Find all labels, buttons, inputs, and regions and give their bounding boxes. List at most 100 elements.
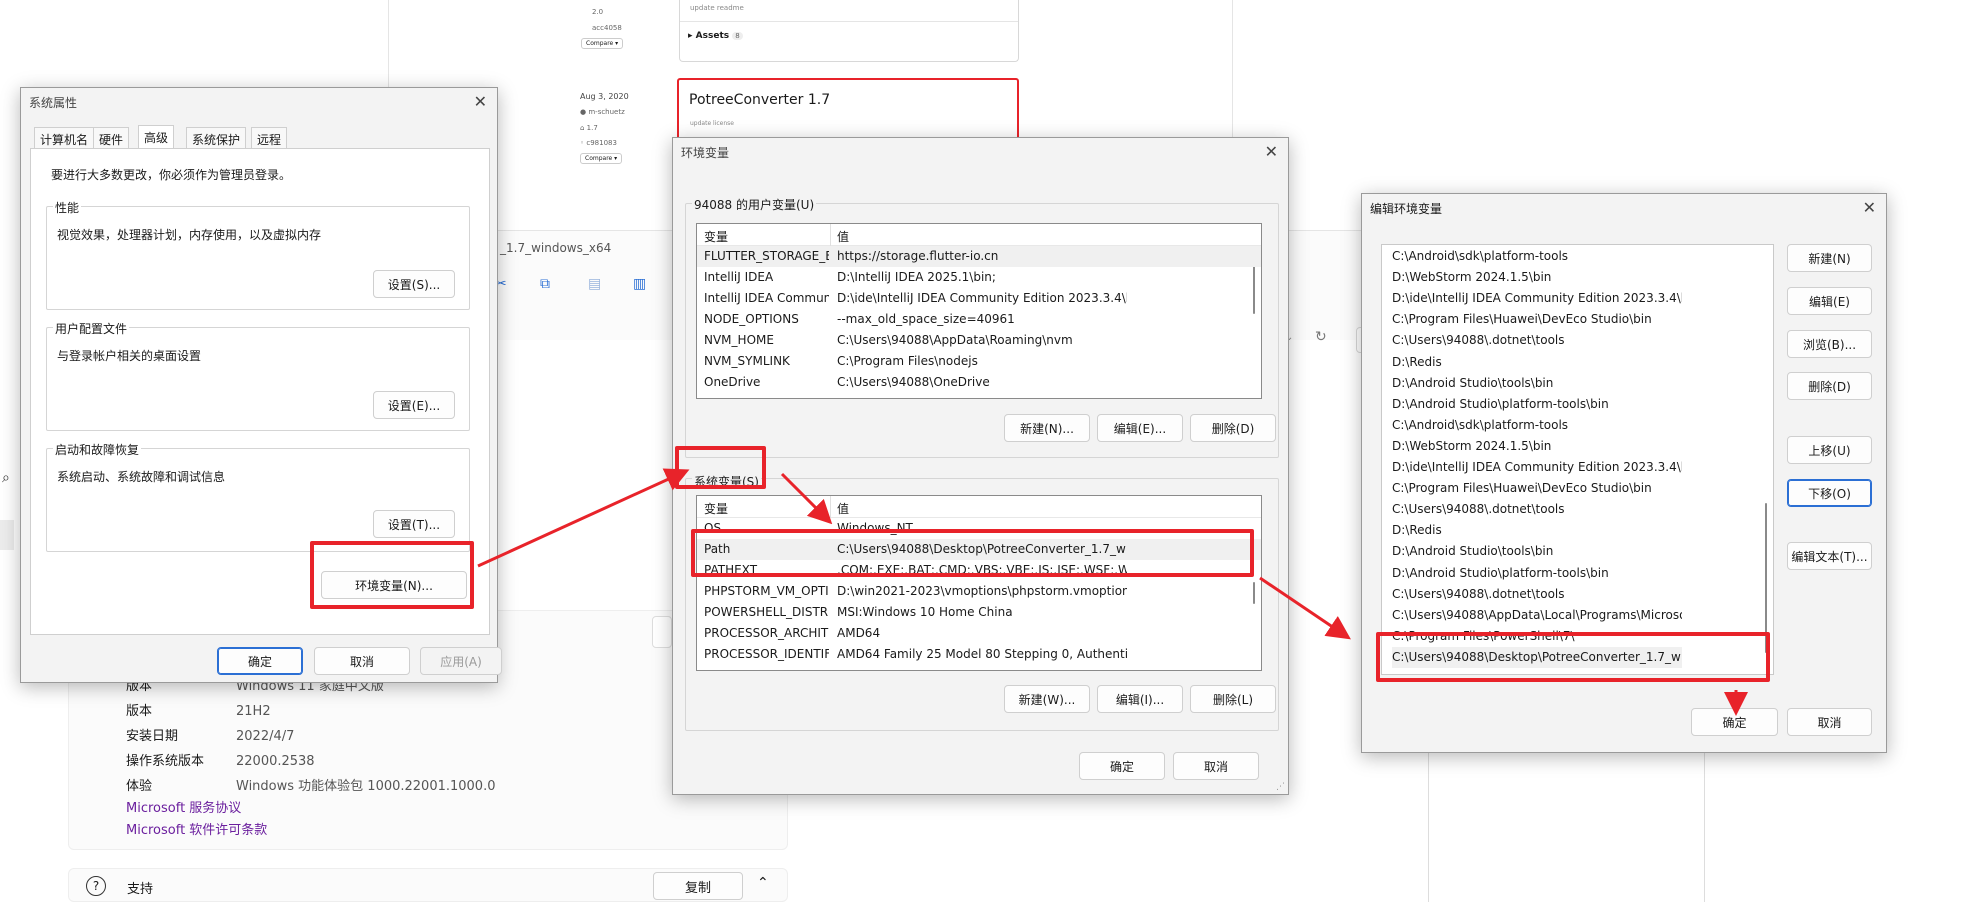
column-header-variable[interactable]: 变量 — [704, 228, 728, 245]
user-delete-button[interactable]: 删除(D) — [1190, 414, 1276, 442]
table-header: 变量 值 — [697, 496, 1261, 518]
tab-computer-name[interactable]: 计算机名 — [34, 127, 95, 149]
cancel-button[interactable]: 取消 — [314, 647, 410, 675]
user-profile-settings-button[interactable]: 设置(E)... — [373, 391, 455, 419]
release-title[interactable]: PotreeConverter 1.7 — [689, 92, 830, 108]
search-icon[interactable]: ⌕ — [2, 470, 10, 486]
performance-settings-button[interactable]: 设置(S)... — [373, 270, 455, 298]
path-row-highlight — [691, 529, 1254, 577]
copy-icon[interactable]: ⧉ — [540, 276, 550, 292]
move-down-button[interactable]: 下移(O) — [1787, 479, 1872, 507]
path-list-item[interactable]: D:\WebStorm 2024.1.5\bin — [1392, 267, 1682, 288]
browse-button[interactable]: 浏览(B)... — [1787, 330, 1872, 358]
table-row[interactable]: NVM_SYMLINK C:\Program Files\nodejs — [697, 351, 1261, 372]
edit-button[interactable]: 编辑(E) — [1787, 287, 1872, 315]
column-header-value[interactable]: 值 — [837, 500, 849, 517]
release-tag: ⌂ 1.7 — [580, 124, 598, 132]
variable-value: https://storage.flutter-io.cn — [837, 249, 999, 263]
path-list-item[interactable]: C:\Users\94088\.dotnet\tools — [1392, 330, 1682, 351]
scrollbar[interactable] — [1765, 503, 1767, 653]
startup-recovery-title: 启动和故障恢复 — [53, 441, 142, 458]
path-list-item[interactable]: D:\Android Studio\tools\bin — [1392, 541, 1682, 562]
variable-name: NODE_OPTIONS — [704, 312, 799, 326]
user-profile-group: 用户配置文件 与登录帐户相关的桌面设置 设置(E)... — [46, 320, 470, 431]
path-list-item[interactable]: D:\Android Studio\platform-tools\bin — [1392, 563, 1682, 584]
table-row[interactable]: POWERSHELL_DISTRIBUTI... MSI:Windows 10 H… — [697, 602, 1261, 623]
path-list-item[interactable]: C:\Android\sdk\platform-tools — [1392, 415, 1682, 436]
edit-text-button[interactable]: 编辑文本(T)... — [1787, 542, 1872, 570]
ok-button[interactable]: 确定 — [217, 647, 303, 675]
table-row[interactable]: PROCESSOR_IDENTIFIER AMD64 Family 25 Mode… — [697, 644, 1261, 665]
path-list-item[interactable]: D:\Android Studio\tools\bin — [1392, 373, 1682, 394]
tab-hardware[interactable]: 硬件 — [93, 127, 130, 149]
path-list-item[interactable]: D:\Android Studio\platform-tools\bin — [1392, 394, 1682, 415]
copy-button[interactable]: 复制 — [653, 872, 743, 900]
variable-value: C:\Users\94088\AppData\Roaming\nvm — [837, 333, 1073, 347]
resize-grip-icon[interactable]: ⋰ — [1276, 782, 1285, 792]
column-header-value[interactable]: 值 — [837, 228, 849, 245]
table-row[interactable]: FLUTTER_STORAGE_BASE_... https://storage.… — [697, 246, 1261, 267]
settings-links: Microsoft 服务协议 Microsoft 软件许可条款 — [126, 798, 267, 842]
path-list-item[interactable]: C:\Users\94088\AppData\Local\Programs\Mi… — [1392, 605, 1682, 626]
table-row[interactable]: IntelliJ IDEA D:\IntelliJ IDEA 2025.1\bin… — [697, 267, 1261, 288]
compare-button[interactable]: Compare ▾ — [580, 153, 622, 164]
variable-name: OneDrive — [704, 375, 761, 389]
assets-toggle[interactable]: ▸ Assets 8 — [680, 21, 1018, 41]
user-profile-title: 用户配置文件 — [53, 320, 130, 337]
system-new-button[interactable]: 新建(W)... — [1004, 685, 1090, 713]
cancel-button[interactable]: 取消 — [1173, 752, 1259, 780]
path-list-item[interactable]: C:\Program Files\Huawei\DevEco Studio\bi… — [1392, 478, 1682, 499]
table-row[interactable]: NODE_OPTIONS --max_old_space_size=40961 — [697, 309, 1261, 330]
tab-advanced[interactable]: 高级 — [138, 125, 175, 150]
cancel-button[interactable]: 取消 — [1787, 708, 1872, 736]
table-row[interactable]: NVM_HOME C:\Users\94088\AppData\Roaming\n… — [697, 330, 1261, 351]
close-icon[interactable]: ✕ — [474, 92, 487, 111]
table-row[interactable]: PROCESSOR_ARCHITECT... AMD64 — [697, 623, 1261, 644]
tab-system-protection[interactable]: 系统保护 — [186, 127, 247, 149]
assets-count: 8 — [732, 32, 743, 40]
variable-name: PROCESSOR_IDENTIFIER — [704, 647, 829, 661]
path-list-item[interactable]: D:\ide\IntelliJ IDEA Community Edition 2… — [1392, 457, 1682, 478]
table-row[interactable]: PHPSTORM_VM_OPTIONS D:\win2021-2023\vmopt… — [697, 581, 1261, 602]
variable-name: NVM_SYMLINK — [704, 354, 790, 368]
user-edit-button[interactable]: 编辑(E)... — [1097, 414, 1183, 442]
env-button-highlight — [310, 541, 474, 609]
system-edit-button[interactable]: 编辑(I)... — [1097, 685, 1183, 713]
path-list-item[interactable]: D:\WebStorm 2024.1.5\bin — [1392, 436, 1682, 457]
path-list-item[interactable]: C:\Users\94088\.dotnet\tools — [1392, 584, 1682, 605]
table-row[interactable]: OneDrive C:\Users\94088\OneDrive — [697, 372, 1261, 393]
compare-button-top[interactable]: Compare ▾ — [581, 38, 623, 49]
apply-button[interactable]: 应用(A) — [420, 647, 502, 675]
path-list-item[interactable]: C:\Android\sdk\platform-tools — [1392, 246, 1682, 267]
path-list: C:\Android\sdk\platform-tools D:\WebStorm… — [1381, 244, 1774, 675]
license-link[interactable]: Microsoft 软件许可条款 — [126, 820, 267, 842]
path-list-item[interactable]: C:\Users\94088\.dotnet\tools — [1392, 499, 1682, 520]
delete-button[interactable]: 删除(D) — [1787, 372, 1872, 400]
new-button[interactable]: 新建(N) — [1787, 244, 1872, 272]
system-delete-button[interactable]: 删除(L) — [1190, 685, 1276, 713]
path-list-item[interactable]: C:\Program Files\Huawei\DevEco Studio\bi… — [1392, 309, 1682, 330]
variable-name: FLUTTER_STORAGE_BASE_... — [704, 249, 829, 263]
rename-icon[interactable]: ▥ — [633, 276, 646, 292]
path-list-item[interactable]: D:\Redis — [1392, 520, 1682, 541]
refresh-icon[interactable]: ↻ — [1315, 329, 1327, 345]
license-link[interactable]: Microsoft 服务协议 — [126, 798, 267, 820]
close-icon[interactable]: ✕ — [1265, 142, 1278, 161]
ok-button[interactable]: 确定 — [1691, 708, 1778, 736]
close-icon[interactable]: ✕ — [1863, 198, 1876, 217]
help-icon: ? — [86, 876, 106, 896]
tab-remote[interactable]: 远程 — [251, 127, 288, 149]
move-up-button[interactable]: 上移(U) — [1787, 436, 1872, 464]
path-list-item[interactable]: D:\ide\IntelliJ IDEA Community Edition 2… — [1392, 288, 1682, 309]
user-new-button[interactable]: 新建(N)... — [1004, 414, 1090, 442]
spec-value: 21H2 — [236, 704, 271, 719]
chevron-up-icon[interactable]: ⌃ — [757, 875, 769, 891]
column-header-variable[interactable]: 变量 — [704, 500, 728, 517]
table-row[interactable]: IntelliJ IDEA Community E... D:\ide\Intel… — [697, 288, 1261, 309]
paste-icon[interactable]: ▤ — [588, 276, 601, 292]
variable-value: AMD64 — [837, 626, 881, 640]
ok-button[interactable]: 确定 — [1079, 752, 1165, 780]
startup-recovery-settings-button[interactable]: 设置(T)... — [373, 510, 455, 538]
path-list-item[interactable]: D:\Redis — [1392, 352, 1682, 373]
spec-label: 操作系统版本 — [126, 754, 205, 769]
